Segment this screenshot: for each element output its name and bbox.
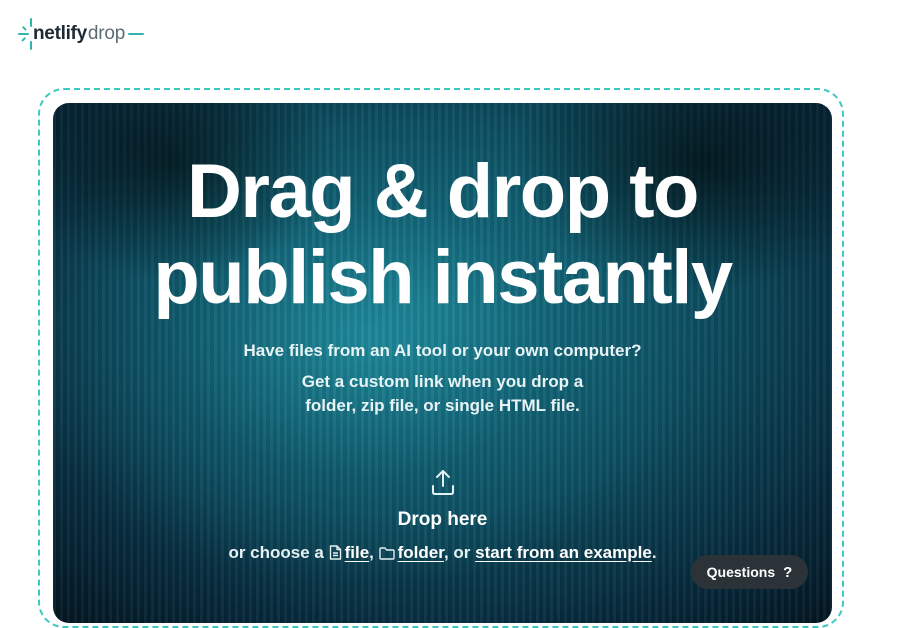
upload-icon: [432, 470, 454, 495]
choose-file-link[interactable]: file: [345, 543, 370, 562]
headline-line-2: publish instantly: [153, 235, 733, 320]
questions-label: Questions: [706, 564, 776, 580]
question-mark-icon: ?: [783, 563, 793, 581]
logo-tail-line: [128, 33, 145, 35]
choose-suffix: .: [651, 543, 657, 562]
headline: Drag & drop to publish instantly: [53, 149, 832, 321]
folder-icon: [378, 547, 395, 560]
drop-zone[interactable]: Drag & drop to publish instantly Have fi…: [53, 103, 832, 623]
separator-1: ,: [369, 543, 374, 562]
subtitle-description-line-1: Get a custom link when you drop a: [301, 372, 584, 391]
separator-2: , or: [443, 543, 471, 562]
subtitle-description-line-2: folder, zip file, or single HTML file.: [305, 396, 580, 415]
netlify-spark-icon: [18, 18, 32, 50]
subtitle-question: Have files from an AI tool or your own c…: [243, 341, 642, 360]
subtitle-description: Get a custom link when you drop a folder…: [53, 370, 832, 418]
drop-here-label: Drop here: [397, 509, 488, 530]
logo-text-netlify: netlify: [33, 23, 87, 44]
start-from-example-link[interactable]: start from an example: [475, 543, 652, 562]
choose-prefix: or choose a: [228, 543, 324, 562]
file-icon: [329, 545, 341, 560]
questions-button[interactable]: Questions ?: [691, 555, 808, 589]
netlify-drop-logo[interactable]: netlify drop: [18, 18, 145, 50]
headline-line-1: Drag & drop to: [187, 149, 699, 234]
logo-text-drop: drop: [87, 23, 126, 44]
choose-folder-link[interactable]: folder: [398, 543, 444, 562]
